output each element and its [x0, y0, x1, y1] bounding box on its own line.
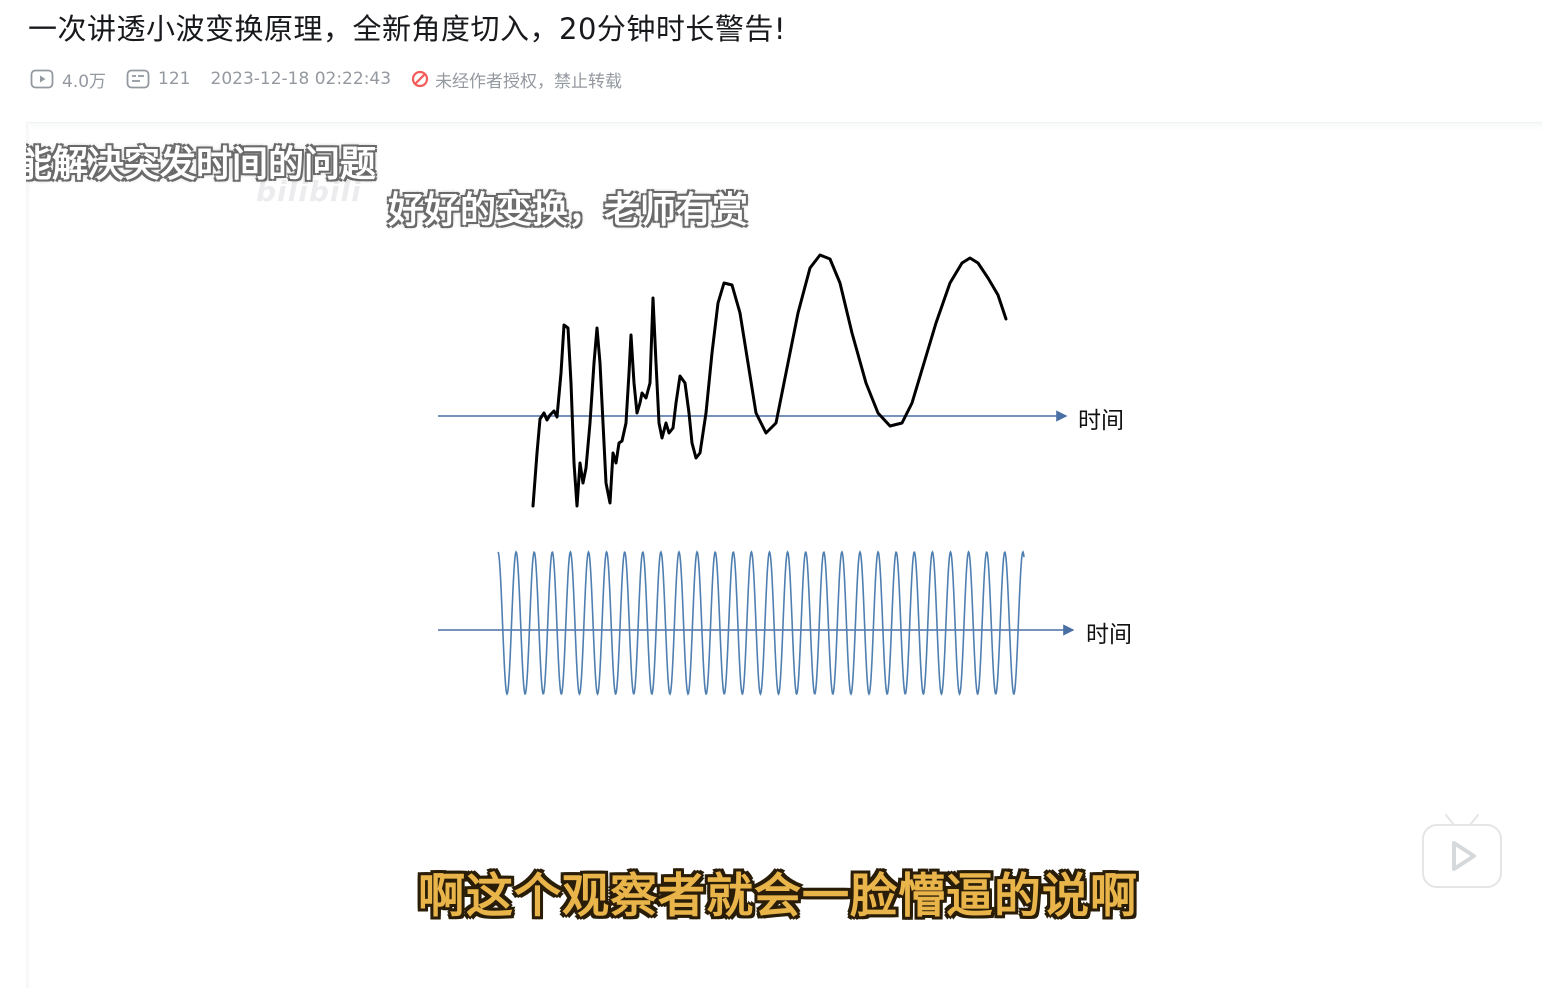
stationary-sine-wave: [497, 550, 1025, 696]
video-subtitle: 啊这个观察者就会一脸懵逼的说啊: [418, 869, 1138, 924]
publish-time-text: 2023-12-18 02:22:43: [210, 69, 392, 89]
bilibili-tv-play-icon: [1422, 812, 1502, 888]
bottom-axis-label: 时间: [1086, 622, 1132, 648]
video-player[interactable]: bilibili 时间 时间 能解决突发时间的问题 好好的变换，老师有赏 啊这个…: [26, 122, 1542, 988]
view-count: 4.0万: [30, 67, 106, 92]
danmaku-comment: 能解决突发时间的问题: [26, 144, 377, 185]
danmaku-count-text: 121: [158, 69, 191, 89]
copyright-notice: 未经作者授权，禁止转载: [411, 67, 622, 92]
view-count-text: 4.0万: [62, 71, 107, 92]
video-title: 一次讲透小波变换原理，全新角度切入，20分钟时长警告!: [28, 12, 787, 46]
non-stationary-signal: [531, 253, 1008, 508]
danmaku-icon: [126, 69, 150, 89]
danmaku-comment: 好好的变换，老师有赏: [388, 190, 749, 231]
copyright-notice-text: 未经作者授权，禁止转载: [435, 71, 623, 92]
video-meta: 4.0万 121 2023-12-18 02:22:43 未经作者授权，禁止转载: [30, 66, 642, 92]
play-count-icon: [30, 69, 54, 89]
publish-time: 2023-12-18 02:22:43: [211, 69, 392, 89]
play-button[interactable]: [1420, 809, 1504, 893]
video-page: 一次讲透小波变换原理，全新角度切入，20分钟时长警告! 4.0万 121 202…: [0, 0, 1542, 988]
danmaku-count: 121: [126, 69, 191, 89]
top-axis-label: 时间: [1078, 408, 1124, 434]
no-repost-icon: [411, 70, 429, 88]
